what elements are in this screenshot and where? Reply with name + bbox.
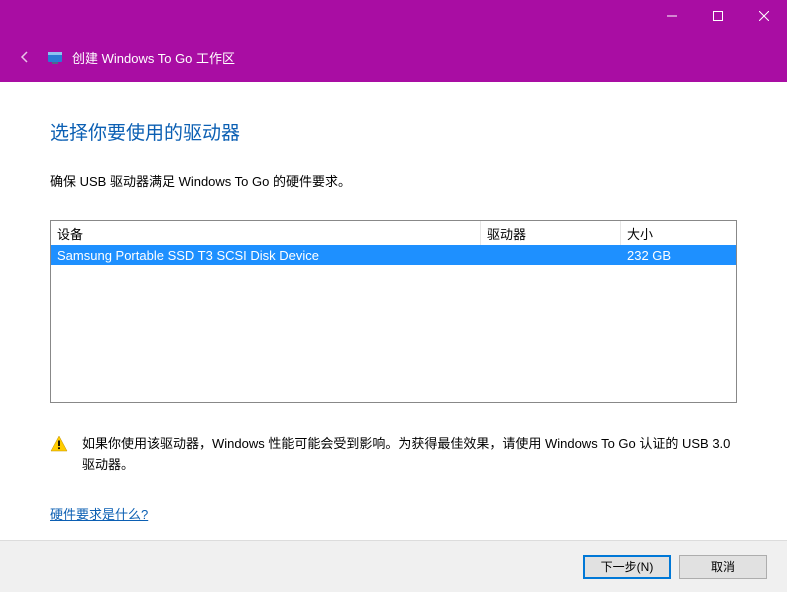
content-area: 选择你要使用的驱动器 确保 USB 驱动器满足 Windows To Go 的硬… (0, 82, 787, 523)
cell-device: Samsung Portable SSD T3 SCSI Disk Device (51, 245, 481, 265)
warning-icon (50, 435, 68, 453)
drive-list[interactable]: 设备 驱动器 大小 Samsung Portable SSD T3 SCSI D… (50, 220, 737, 403)
cancel-button[interactable]: 取消 (679, 555, 767, 579)
back-button[interactable] (14, 46, 36, 68)
column-header-size[interactable]: 大小 (621, 221, 736, 245)
footer: 下一步(N) 取消 (0, 540, 787, 592)
instruction-text: 确保 USB 驱动器满足 Windows To Go 的硬件要求。 (50, 171, 737, 190)
cell-size: 232 GB (621, 245, 736, 265)
warning-text: 如果你使用该驱动器，Windows 性能可能会受到影响。为获得最佳效果，请使用 … (82, 433, 737, 476)
next-button[interactable]: 下一步(N) (583, 555, 671, 579)
column-header-drive[interactable]: 驱动器 (481, 221, 621, 245)
column-header-device[interactable]: 设备 (51, 221, 481, 245)
page-title: 选择你要使用的驱动器 (50, 118, 737, 145)
cell-drive (481, 245, 621, 265)
titlebar (0, 0, 787, 32)
wizard-icon (46, 48, 64, 66)
wizard-title: 创建 Windows To Go 工作区 (72, 48, 235, 67)
minimize-button[interactable] (649, 0, 695, 32)
close-button[interactable] (741, 0, 787, 32)
grid-header: 设备 驱动器 大小 (51, 221, 736, 245)
drive-row[interactable]: Samsung Portable SSD T3 SCSI Disk Device… (51, 245, 736, 265)
warning-block: 如果你使用该驱动器，Windows 性能可能会受到影响。为获得最佳效果，请使用 … (50, 433, 737, 476)
maximize-button[interactable] (695, 0, 741, 32)
wizard-header: 创建 Windows To Go 工作区 (0, 32, 787, 82)
hardware-requirements-link[interactable]: 硬件要求是什么? (50, 504, 148, 523)
